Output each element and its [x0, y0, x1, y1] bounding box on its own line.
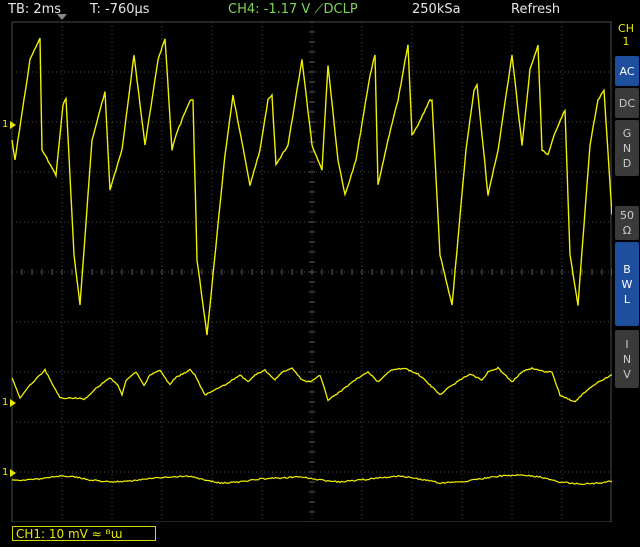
coupling-ac-button[interactable]: AC — [615, 56, 639, 86]
channel-side-panel: CH 1 AC DC G N D 50 Ω B W L I N V — [612, 0, 640, 547]
marker-label: 1 — [2, 119, 8, 130]
trigger-source-readout[interactable]: CH4: -1.17 V ⟋DCLP — [228, 0, 358, 20]
button-label: B W L — [615, 262, 639, 307]
status-bar: TB: 2ms T: -760µs CH4: -1.17 V ⟋DCLP 250… — [0, 0, 640, 20]
impedance-50-ohm-button[interactable]: 50 Ω — [615, 206, 639, 240]
button-label: G N D — [615, 126, 639, 171]
coupling-gnd-button[interactable]: G N D — [615, 120, 639, 176]
arrow-right-icon — [10, 121, 16, 129]
channel-label: CH 1 — [612, 22, 640, 48]
arrow-right-icon — [10, 469, 16, 477]
bandwidth-limit-button[interactable]: B W L — [615, 242, 639, 326]
button-label: I N V — [615, 337, 639, 382]
marker-label: 1 — [2, 397, 8, 408]
ch1-ref-marker[interactable]: 1 — [2, 398, 8, 408]
button-label: AC — [615, 64, 639, 79]
timebase-readout[interactable]: TB: 2ms — [8, 0, 61, 20]
acquisition-mode-readout[interactable]: Refresh — [511, 0, 560, 20]
channel-settings-bar[interactable]: CH1: 10 mV ≈ ᴮɯ — [12, 526, 156, 541]
arrow-right-icon — [10, 399, 16, 407]
ch1-ref-marker[interactable]: 1 — [2, 468, 8, 478]
ch1-ref-marker[interactable]: 1 — [2, 120, 8, 130]
sample-rate-readout: 250kSa — [412, 0, 461, 20]
invert-button[interactable]: I N V — [615, 330, 639, 388]
button-label: 50 Ω — [615, 208, 639, 238]
button-label: DC — [615, 96, 639, 111]
scope-display — [0, 0, 612, 522]
trigger-position-icon[interactable] — [57, 14, 67, 20]
trigger-time-readout[interactable]: T: -760µs — [90, 0, 150, 20]
marker-label: 1 — [2, 467, 8, 478]
trace-ch1-middle — [12, 368, 612, 402]
coupling-dc-button[interactable]: DC — [615, 88, 639, 118]
